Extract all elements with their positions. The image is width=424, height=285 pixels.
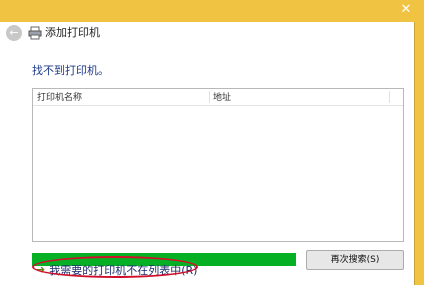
back-button[interactable]: ← (6, 25, 22, 41)
page-heading: 找不到打印机。 (32, 64, 109, 77)
dialog-title: 添加打印机 (45, 26, 100, 39)
list-header: 打印机名称 地址 (33, 89, 403, 106)
printer-list[interactable]: 打印机名称 地址 (32, 88, 404, 242)
search-again-button[interactable]: 再次搜索(S) (306, 250, 404, 270)
add-printer-dialog: ← 添加打印机 找不到打印机。 打印机名称 地址 再次搜索(S) (0, 22, 415, 285)
arrow-icon: ➜ (36, 263, 46, 276)
back-arrow-icon: ← (9, 26, 19, 39)
column-header-address[interactable]: 地址 (213, 90, 231, 103)
close-icon: ✕ (400, 2, 412, 17)
close-button[interactable]: ✕ (394, 0, 418, 20)
dialog-header: ← 添加打印机 (0, 22, 414, 44)
printer-not-listed-label: 我需要的打印机不在列表中(R) (49, 264, 198, 277)
column-header-printer-name[interactable]: 打印机名称 (37, 90, 82, 103)
printer-not-listed-link[interactable]: ➜ 我需要的打印机不在列表中(R) (36, 262, 197, 278)
printer-icon (28, 26, 42, 40)
window-title-bar: ✕ (0, 0, 424, 22)
column-divider (389, 91, 390, 103)
column-divider (209, 91, 210, 103)
